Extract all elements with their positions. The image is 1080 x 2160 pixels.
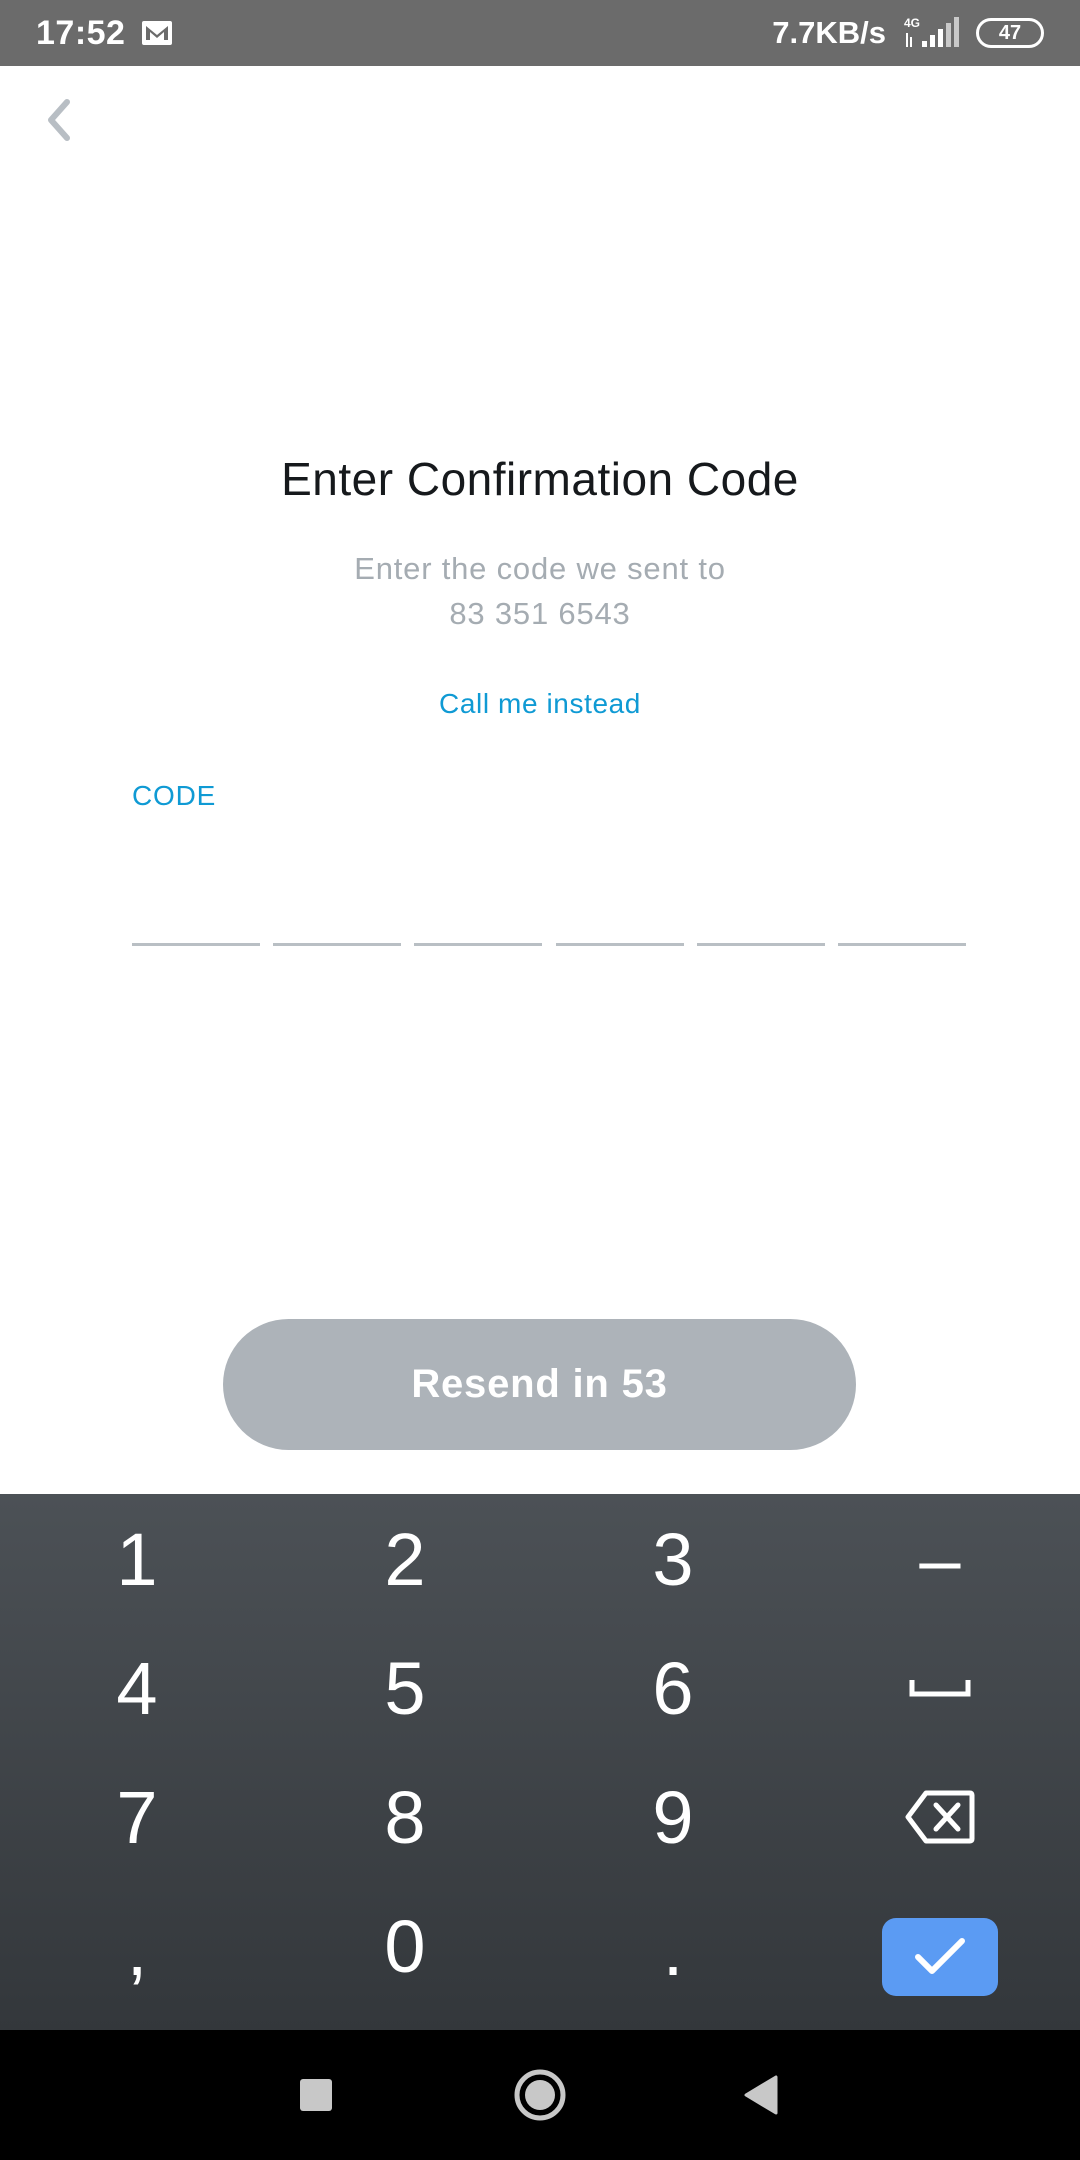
key-9[interactable]: 9 xyxy=(538,1753,808,1881)
key-8[interactable]: 8 xyxy=(270,1753,540,1881)
key-space[interactable] xyxy=(805,1624,1075,1752)
code-input[interactable] xyxy=(132,880,966,946)
code-digit-field[interactable] xyxy=(696,880,825,946)
subtitle-line: Enter the code we sent to xyxy=(354,551,726,586)
resend-label: Resend in 53 xyxy=(411,1362,668,1406)
key-2[interactable]: 2 xyxy=(270,1495,540,1623)
backspace-icon xyxy=(905,1790,975,1844)
status-right: 7.7KB/s 4G 47 xyxy=(772,15,1044,51)
code-digit-field[interactable] xyxy=(132,880,260,946)
chevron-left-icon xyxy=(48,99,70,141)
done-key[interactable] xyxy=(882,1918,998,1996)
key-5[interactable]: 5 xyxy=(270,1624,540,1752)
key-4[interactable]: 4 xyxy=(2,1624,272,1752)
key-0[interactable]: 0 xyxy=(270,1882,540,2010)
numeric-keypad: 1 2 3 – 4 5 6 7 8 9 , 0 . xyxy=(0,1494,1080,2030)
key-backspace[interactable] xyxy=(805,1753,1075,1881)
mail-icon xyxy=(142,21,173,45)
space-icon xyxy=(909,1680,971,1697)
signal-icon: 4G xyxy=(904,16,959,47)
navigation-bar xyxy=(0,2030,1080,2160)
page-title: Enter Confirmation Code xyxy=(281,453,799,505)
battery-level: 47 xyxy=(998,21,1022,44)
circle-icon xyxy=(514,2069,566,2121)
code-digit-field[interactable] xyxy=(414,880,543,946)
phone-number: 83 351 6543 xyxy=(449,596,631,631)
key-comma[interactable]: , xyxy=(2,1882,272,2010)
key-dash[interactable]: – xyxy=(805,1495,1075,1623)
checkmark-icon xyxy=(915,1938,965,1974)
recent-apps-button[interactable] xyxy=(284,2063,348,2127)
network-speed: 7.7KB/s xyxy=(772,15,886,50)
home-button[interactable] xyxy=(508,2063,572,2127)
resend-button[interactable]: Resend in 53 xyxy=(223,1319,856,1450)
status-time: 17:52 xyxy=(36,13,126,52)
code-digit-field[interactable] xyxy=(555,880,684,946)
call-link-label[interactable]: Call me instead xyxy=(439,688,641,719)
square-icon xyxy=(300,2079,332,2111)
key-period[interactable]: . xyxy=(538,1882,808,2010)
subtitle: Enter the code we sent to 83 351 6543 xyxy=(0,546,1080,636)
back-nav-button[interactable] xyxy=(728,2063,792,2127)
status-bar: 17:52 7.7KB/s 4G 47 xyxy=(0,0,1080,66)
key-1[interactable]: 1 xyxy=(2,1495,272,1623)
triangle-back-icon xyxy=(744,2075,778,2115)
key-7[interactable]: 7 xyxy=(2,1753,272,1881)
battery-indicator: 47 xyxy=(976,18,1044,48)
key-6[interactable]: 6 xyxy=(538,1624,808,1752)
code-label: CODE xyxy=(132,780,217,811)
code-digit-field[interactable] xyxy=(273,880,402,946)
call-me-instead-link[interactable]: Call me instead xyxy=(0,688,1080,720)
key-3[interactable]: 3 xyxy=(538,1495,808,1623)
back-button[interactable] xyxy=(34,96,82,144)
network-type: 4G xyxy=(904,16,920,30)
code-digit-field[interactable] xyxy=(837,880,966,946)
